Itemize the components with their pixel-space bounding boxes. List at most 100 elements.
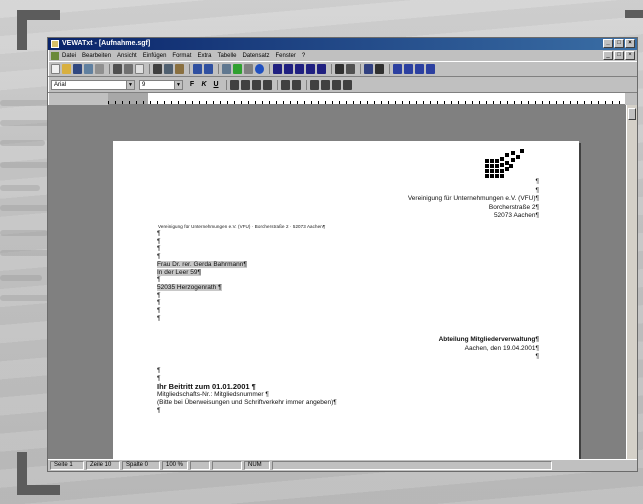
- recipient-name-field[interactable]: Frau Dr. rer. Gerda Bahrmann¶: [157, 260, 247, 268]
- indent-icon[interactable]: [321, 79, 330, 90]
- print-icon[interactable]: [113, 64, 122, 74]
- align-center-icon[interactable]: [241, 79, 250, 90]
- prev-record-icon[interactable]: [284, 64, 293, 74]
- toolbar-separator: [189, 64, 190, 74]
- paragraph-mark: ¶: [157, 314, 161, 322]
- horizontal-ruler[interactable]: [108, 93, 625, 105]
- insert-image-icon[interactable]: [222, 64, 231, 74]
- align-right-icon[interactable]: [252, 79, 261, 90]
- menu-tabelle[interactable]: Tabelle: [217, 53, 236, 59]
- new-document-icon[interactable]: [51, 64, 60, 74]
- app-icon: [51, 40, 59, 48]
- menu-bearbeiten[interactable]: Bearbeiten: [82, 53, 111, 59]
- return-address-line: Vereinigung für Unternehmungen e.V. (VFU…: [158, 224, 326, 229]
- font-family-select[interactable]: Arial ▼: [51, 79, 135, 90]
- font-size-value: 9: [142, 81, 146, 88]
- page-view-icon[interactable]: [135, 64, 144, 74]
- organization-logo: [485, 149, 525, 179]
- letter-subject: Ihr Beitritt zum 01.01.2001 ¶: [157, 382, 256, 391]
- frame-corner-top-left: [17, 10, 27, 50]
- outdent-icon[interactable]: [332, 79, 341, 90]
- menu-datensatz[interactable]: Datensatz: [242, 53, 269, 59]
- bullet-list-icon[interactable]: [292, 79, 301, 90]
- toolbar-separator: [331, 64, 332, 74]
- next-record-icon[interactable]: [306, 64, 315, 74]
- toolbar-separator: [306, 79, 307, 90]
- line-spacing-icon[interactable]: [310, 79, 319, 90]
- menu-format[interactable]: Format: [172, 53, 191, 59]
- window-title: VEWATxt - [Aufnahme.sgf]: [62, 40, 151, 47]
- menu-einfuegen[interactable]: Einfügen: [143, 53, 167, 59]
- style-icon[interactable]: [346, 64, 355, 74]
- chevron-down-icon[interactable]: ▼: [174, 80, 182, 89]
- standard-toolbar: [48, 61, 637, 77]
- paste-icon[interactable]: [175, 64, 184, 74]
- document-page[interactable]: ¶ ¶ Vereinigung für Unternehmungen e.V. …: [113, 141, 579, 459]
- sender-street: Borcherstraße 2¶: [488, 203, 539, 211]
- menu-extra[interactable]: Extra: [197, 53, 211, 59]
- doc-restore-button[interactable]: □: [614, 51, 624, 60]
- database-icon[interactable]: [393, 64, 402, 74]
- numbered-list-icon[interactable]: [281, 79, 290, 90]
- tab-icon[interactable]: [343, 79, 352, 90]
- menu-bar: Datei Bearbeiten Ansicht Einfügen Format…: [48, 50, 637, 61]
- justify-icon[interactable]: [263, 79, 272, 90]
- print-preview-icon[interactable]: [124, 64, 133, 74]
- scrollbar-thumb[interactable]: [628, 108, 636, 120]
- menu-help[interactable]: ?: [302, 53, 305, 59]
- font-icon[interactable]: [335, 64, 344, 74]
- paragraph-mark: ¶: [535, 186, 540, 194]
- recipient-city-field[interactable]: 52035 Herzogenrath ¶: [157, 283, 222, 291]
- export-icon[interactable]: [95, 64, 104, 74]
- paragraph-mark: ¶: [157, 367, 161, 374]
- first-record-icon[interactable]: [273, 64, 282, 74]
- status-column: Spalte 0: [122, 461, 160, 470]
- toolbar-separator: [277, 79, 278, 90]
- frame-corner-top-right: [625, 10, 643, 18]
- bold-button[interactable]: F: [187, 80, 197, 90]
- insert-object-icon[interactable]: [233, 64, 242, 74]
- doc-close-button[interactable]: ×: [625, 51, 635, 60]
- status-page: Seite 1: [50, 461, 84, 470]
- background-text-line: [0, 140, 45, 146]
- toolbar-separator: [109, 64, 110, 74]
- minimize-button[interactable]: _: [603, 39, 613, 48]
- chevron-down-icon[interactable]: ▼: [126, 80, 134, 89]
- binoculars-icon[interactable]: [375, 64, 384, 74]
- redo-icon[interactable]: [204, 64, 213, 74]
- globe-icon[interactable]: [255, 64, 264, 74]
- menu-datei[interactable]: Datei: [62, 53, 76, 59]
- record-icon[interactable]: [415, 64, 424, 74]
- search-icon[interactable]: [295, 64, 304, 74]
- paragraph-mark: ¶: [157, 307, 161, 315]
- font-size-select[interactable]: 9 ▼: [139, 79, 183, 90]
- cut-icon[interactable]: [153, 64, 162, 74]
- maximize-button[interactable]: □: [614, 39, 624, 48]
- undo-icon[interactable]: [193, 64, 202, 74]
- help-icon[interactable]: [364, 64, 373, 74]
- save-icon[interactable]: [73, 64, 82, 74]
- status-empty: [212, 461, 242, 470]
- italic-button[interactable]: K: [199, 80, 209, 90]
- last-record-icon[interactable]: [317, 64, 326, 74]
- close-button[interactable]: ×: [625, 39, 635, 48]
- align-left-icon[interactable]: [230, 79, 239, 90]
- copy-icon[interactable]: [164, 64, 173, 74]
- underline-button[interactable]: U: [211, 80, 221, 90]
- department-block: Abteilung Mitgliederverwaltung¶ Aachen, …: [439, 336, 539, 362]
- merge-icon[interactable]: [404, 64, 413, 74]
- menu-fenster[interactable]: Fenster: [275, 53, 295, 59]
- open-folder-icon[interactable]: [62, 64, 71, 74]
- background-text-line: [0, 120, 50, 126]
- paragraph-mark: ¶: [157, 407, 161, 414]
- status-line: Zeile 10: [86, 461, 120, 470]
- recipient-street-field[interactable]: In der Leer 59¶: [157, 268, 201, 276]
- membership-number: Mitgliedschafts-Nr.: Mitgliedsnummer ¶: [157, 391, 269, 398]
- insert-table-icon[interactable]: [244, 64, 253, 74]
- paragraph-mark: ¶: [157, 245, 161, 253]
- save-as-icon[interactable]: [84, 64, 93, 74]
- field-icon[interactable]: [426, 64, 435, 74]
- doc-minimize-button[interactable]: _: [603, 51, 613, 60]
- vertical-scrollbar[interactable]: [626, 105, 637, 459]
- menu-ansicht[interactable]: Ansicht: [117, 53, 137, 59]
